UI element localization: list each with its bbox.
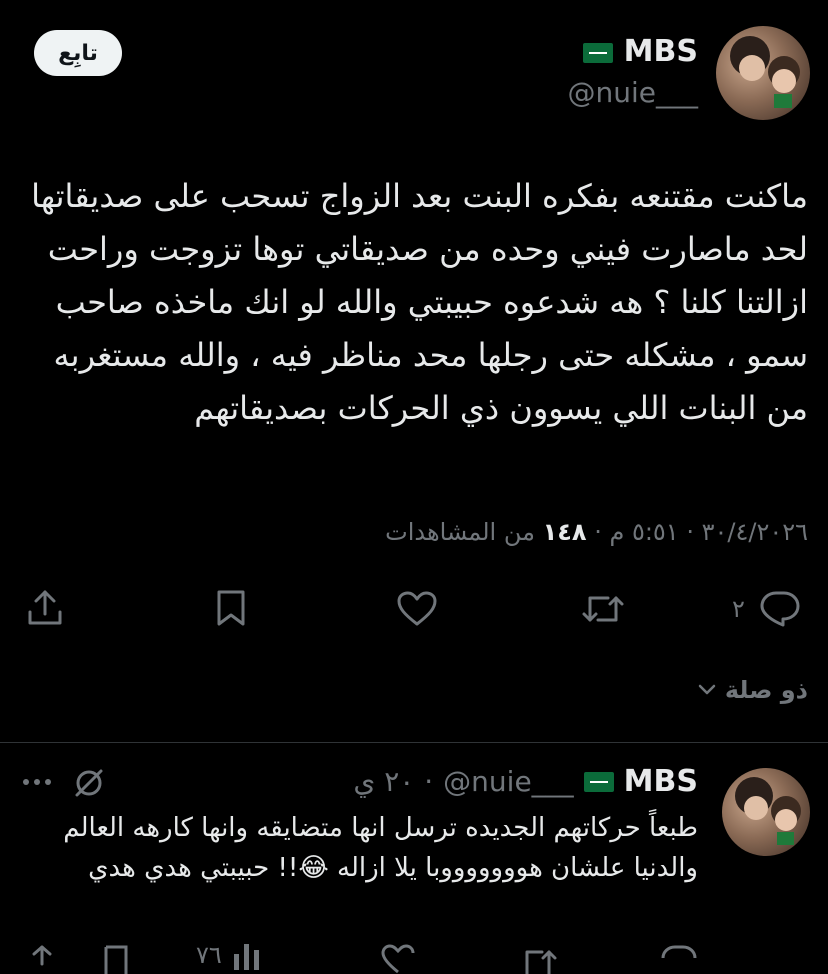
author-name-row[interactable]: MBS: [583, 34, 698, 69]
reply-retweet-icon[interactable]: [518, 944, 558, 974]
divider: [0, 742, 828, 743]
author-name: MBS: [623, 34, 698, 69]
reply-author-name[interactable]: MBS: [624, 764, 698, 799]
reply-icon: [759, 590, 801, 628]
author-avatar[interactable]: [716, 26, 810, 120]
reply-action[interactable]: ٢: [732, 590, 801, 628]
reply-count: ٢: [732, 595, 745, 623]
reply-reply-icon[interactable]: [660, 944, 698, 974]
separator-dot: ·: [424, 765, 434, 798]
tweet-text: ماكنت مقتنعه بفكره البنت بعد الزواج تسحب…: [31, 177, 808, 427]
related-toggle[interactable]: ذو صلة: [697, 676, 808, 704]
reply-share-icon[interactable]: [26, 944, 58, 974]
reply-author-avatar[interactable]: [722, 768, 810, 856]
bookmark-icon[interactable]: [214, 588, 248, 628]
follow-button[interactable]: تابِع: [34, 30, 122, 76]
views-label: من المشاهدات: [385, 518, 535, 546]
reply-bookmark-icon[interactable]: [102, 944, 130, 974]
share-icon[interactable]: [26, 588, 64, 628]
reply-header: ٢٠ ي · @nuie___ MBS: [353, 764, 698, 799]
reply-author-handle[interactable]: @nuie___: [443, 765, 574, 798]
chevron-down-icon: [697, 683, 717, 697]
saudi-flag-icon: [583, 42, 614, 63]
tweet-timestamp[interactable]: ٣٠/٤/٢٠٢٦ · ٥:٥١ م ·: [587, 518, 808, 546]
reply-views-action[interactable]: ٧٦: [196, 940, 264, 970]
reply-like-icon[interactable]: [380, 944, 416, 974]
like-icon[interactable]: [396, 590, 438, 628]
reply-views-count: ٧٦: [196, 941, 222, 969]
saudi-flag-icon: [583, 771, 614, 792]
views-icon: [230, 940, 264, 970]
grok-icon[interactable]: [72, 766, 106, 800]
related-label: ذو صلة: [724, 676, 808, 704]
more-options-icon[interactable]: [22, 778, 52, 786]
reply-time[interactable]: ٢٠ ي: [353, 765, 414, 798]
tweet-meta: ٣٠/٤/٢٠٢٦ · ٥:٥١ م · ١٤٨ من المشاهدات: [385, 518, 808, 546]
author-handle[interactable]: @nuie___: [568, 76, 699, 109]
retweet-icon[interactable]: [580, 590, 626, 628]
reply-text: طبعاً حركاتهم الجديده ترسل انها متضايقه …: [63, 813, 698, 883]
views-count: ١٤٨: [542, 518, 587, 546]
